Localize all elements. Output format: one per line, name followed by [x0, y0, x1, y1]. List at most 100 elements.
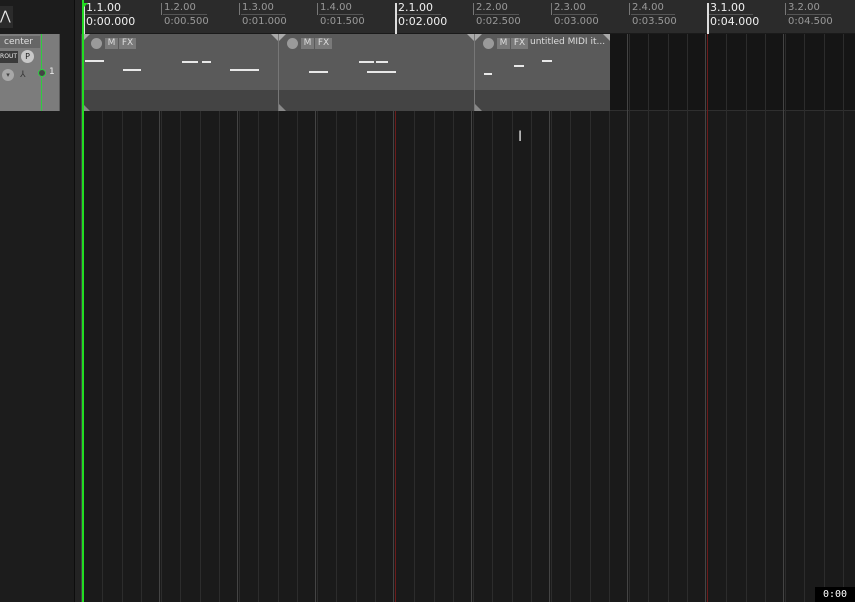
item-lower-area	[279, 90, 474, 111]
grid-line	[102, 34, 103, 602]
ruler-measure-label: 3.2.00	[788, 2, 820, 13]
item-lower-area	[83, 90, 278, 111]
midi-note	[484, 73, 492, 75]
grid-beat-line	[783, 34, 784, 602]
route-button[interactable]: ROUT	[0, 51, 18, 63]
grid-line	[590, 34, 591, 602]
item-edge-handle[interactable]	[475, 104, 482, 111]
timeline-ruler[interactable]: 1.1.00 0:00.000 1.2.00 0:00.500 1.3.00 0:01.0…	[82, 0, 855, 34]
midi-item[interactable]: M FX	[278, 34, 474, 111]
ruler-time-label: 0:02.000	[398, 15, 448, 28]
ruler-beat-tick	[785, 3, 786, 15]
grid-line	[492, 34, 493, 602]
midi-note	[380, 71, 396, 73]
grid-line	[726, 34, 727, 602]
ruler-label-underline	[631, 14, 675, 15]
fade-in-handle[interactable]	[279, 34, 286, 41]
item-lock-icon[interactable]	[91, 38, 102, 49]
grid-beat-line	[393, 34, 394, 602]
track-number: 1	[49, 67, 55, 77]
midi-note	[542, 60, 552, 62]
fade-out-handle[interactable]	[467, 34, 474, 41]
item-lock-icon[interactable]	[483, 38, 494, 49]
grid-line	[804, 34, 805, 602]
ruler-measure-label: 2.1.00	[398, 1, 433, 14]
grid-line	[297, 34, 298, 602]
meter-indicator	[38, 69, 46, 77]
grid-line	[629, 34, 630, 602]
mouse-cursor-icon: I	[518, 129, 523, 145]
grid-beat-line	[315, 34, 316, 602]
grid-line	[317, 34, 318, 602]
record-arm-icon[interactable]: ▾	[2, 69, 14, 81]
ruler-measure-label: 1.1.00	[86, 1, 121, 14]
grid-line	[336, 34, 337, 602]
grid-line	[531, 34, 532, 602]
ruler-label-underline	[787, 14, 831, 15]
grid-line	[473, 34, 474, 602]
grid-line	[375, 34, 376, 602]
fade-out-handle[interactable]	[271, 34, 278, 41]
ruler-measure-label: 1.3.00	[242, 2, 274, 13]
grid-line	[200, 34, 201, 602]
item-edge-handle[interactable]	[279, 104, 286, 111]
grid-line	[414, 34, 415, 602]
item-edge-handle[interactable]	[83, 104, 90, 111]
phase-button[interactable]: P	[21, 50, 34, 63]
ruler-time-label: 0:01.000	[242, 16, 287, 27]
item-mute-button[interactable]: M	[301, 38, 314, 49]
midi-note	[85, 60, 104, 62]
ruler-beat-tick	[161, 3, 162, 15]
item-title: untitled MIDI it...	[530, 37, 606, 47]
ruler-bar-tick	[707, 3, 709, 34]
ruler-beat-tick	[473, 3, 474, 15]
grid-line	[785, 34, 786, 602]
item-mute-button[interactable]: M	[497, 38, 510, 49]
item-fx-button[interactable]: FX	[119, 38, 136, 49]
ruler-time-label: 0:00.000	[86, 15, 136, 28]
midi-item[interactable]: M FX untitled MIDI it...	[474, 34, 610, 111]
grid-beat-line	[159, 34, 160, 602]
grid-beat-line	[705, 34, 706, 602]
ruler-label-underline	[163, 14, 207, 15]
midi-note	[376, 61, 388, 63]
grid-line	[648, 34, 649, 602]
grid-line	[239, 34, 240, 602]
ruler-beat-tick	[239, 3, 240, 15]
envelope-toggle-icon[interactable]: ⅄	[20, 70, 30, 80]
arrange-view[interactable]	[82, 34, 855, 602]
ruler-label-underline	[475, 14, 519, 15]
ruler-label-underline	[553, 14, 597, 15]
ruler-measure-label: 2.3.00	[554, 2, 586, 13]
ruler-measure-label: 1.4.00	[320, 2, 352, 13]
play-cursor-head[interactable]	[82, 3, 88, 9]
grid-line	[609, 34, 610, 602]
item-mute-button[interactable]: M	[105, 38, 118, 49]
grid-line	[356, 34, 357, 602]
fade-in-handle[interactable]	[475, 34, 482, 41]
item-lock-icon[interactable]	[287, 38, 298, 49]
midi-note	[514, 65, 524, 67]
grid-line	[551, 34, 552, 602]
item-fx-button[interactable]: FX	[511, 38, 528, 49]
track-panel[interactable]: center ROUT P ▾ ⅄ 1	[0, 34, 60, 111]
midi-note	[246, 69, 259, 71]
fade-in-handle[interactable]	[83, 34, 90, 41]
play-cursor	[82, 0, 84, 602]
item-fx-button[interactable]: FX	[315, 38, 332, 49]
midi-note	[123, 69, 141, 71]
ruler-time-label: 0:04.000	[710, 15, 760, 28]
grid-line	[219, 34, 220, 602]
grid-beat-line	[471, 34, 472, 602]
ruler-measure-label: 1.2.00	[164, 2, 196, 13]
grid-line	[180, 34, 181, 602]
midi-item[interactable]: M FX	[82, 34, 278, 111]
ruler-time-label: 0:03.500	[632, 16, 677, 27]
grid-line	[434, 34, 435, 602]
grid-line	[824, 34, 825, 602]
ruler-time-label: 0:00.500	[164, 16, 209, 27]
envelope-icon[interactable]: ⋀	[0, 6, 13, 28]
grid-line	[687, 34, 688, 602]
ruler-time-label: 0:02.500	[476, 16, 521, 27]
track-name[interactable]: center	[0, 36, 40, 48]
